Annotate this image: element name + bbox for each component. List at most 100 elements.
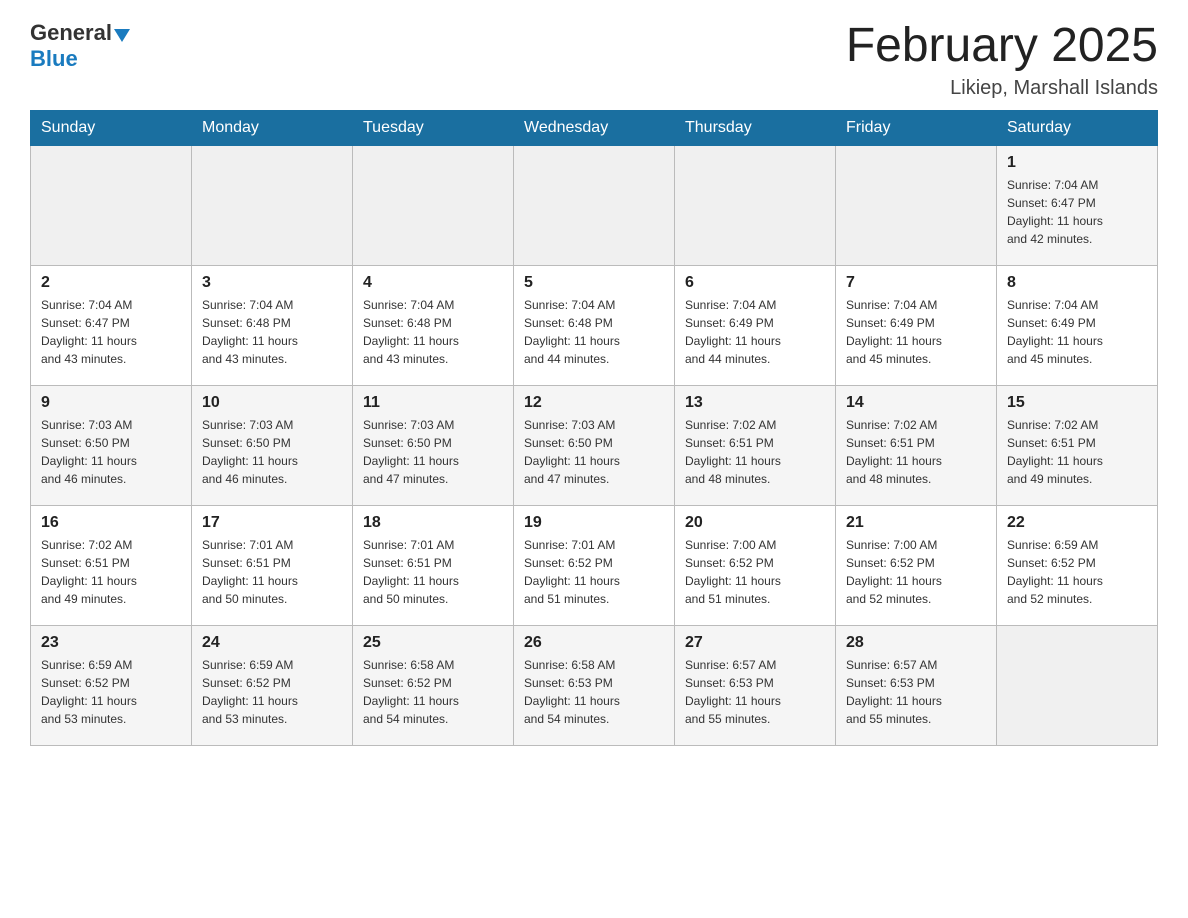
day-of-week-header: Tuesday [353, 110, 514, 145]
day-number: 28 [846, 634, 986, 652]
day-info: Sunrise: 7:01 AM Sunset: 6:51 PM Dayligh… [363, 536, 503, 608]
day-info: Sunrise: 7:02 AM Sunset: 6:51 PM Dayligh… [846, 416, 986, 488]
day-number: 6 [685, 274, 825, 292]
day-info: Sunrise: 7:04 AM Sunset: 6:47 PM Dayligh… [41, 296, 181, 368]
calendar-week-row: 23 Sunrise: 6:59 AM Sunset: 6:52 PM Dayli… [31, 625, 1158, 745]
calendar-cell: 16Sunrise: 7:02 AM Sunset: 6:51 PM Dayli… [31, 505, 192, 625]
day-of-week-header: Thursday [675, 110, 836, 145]
day-number: 10 [202, 394, 342, 412]
day-info: Sunrise: 6:57 AM Sunset: 6:53 PM Dayligh… [685, 656, 825, 728]
location-title: Likiep, Marshall Islands [846, 77, 1158, 100]
calendar-cell [31, 145, 192, 265]
day-info: Sunrise: 7:03 AM Sunset: 6:50 PM Dayligh… [524, 416, 664, 488]
day-of-week-header: Monday [192, 110, 353, 145]
day-info: Sunrise: 7:04 AM Sunset: 6:49 PM Dayligh… [846, 296, 986, 368]
day-number: 17 [202, 514, 342, 532]
calendar-cell: 27 Sunrise: 6:57 AM Sunset: 6:53 PM Dayli… [675, 625, 836, 745]
day-number: 14 [846, 394, 986, 412]
calendar-cell: 25 Sunrise: 6:58 AM Sunset: 6:52 PM Dayli… [353, 625, 514, 745]
calendar-cell: 23 Sunrise: 6:59 AM Sunset: 6:52 PM Dayli… [31, 625, 192, 745]
day-info: Sunrise: 7:04 AM Sunset: 6:48 PM Dayligh… [202, 296, 342, 368]
calendar-cell: 19 Sunrise: 7:01 AM Sunset: 6:52 PM Dayli… [514, 505, 675, 625]
calendar-cell: 6 Sunrise: 7:04 AM Sunset: 6:49 PM Daylig… [675, 265, 836, 385]
day-info: Sunrise: 6:59 AM Sunset: 6:52 PM Dayligh… [202, 656, 342, 728]
day-of-week-header: Sunday [31, 110, 192, 145]
calendar-cell: 17Sunrise: 7:01 AM Sunset: 6:51 PM Dayli… [192, 505, 353, 625]
day-number: 1 [1007, 154, 1147, 172]
calendar-cell: 20 Sunrise: 7:00 AM Sunset: 6:52 PM Dayli… [675, 505, 836, 625]
day-info: Sunrise: 7:04 AM Sunset: 6:47 PM Dayligh… [1007, 176, 1147, 248]
day-number: 21 [846, 514, 986, 532]
day-info: Sunrise: 7:02 AM Sunset: 6:51 PM Dayligh… [685, 416, 825, 488]
calendar-cell: 7 Sunrise: 7:04 AM Sunset: 6:49 PM Daylig… [836, 265, 997, 385]
logo: General Blue [30, 20, 130, 72]
day-info: Sunrise: 6:57 AM Sunset: 6:53 PM Dayligh… [846, 656, 986, 728]
day-info: Sunrise: 6:58 AM Sunset: 6:52 PM Dayligh… [363, 656, 503, 728]
logo-triangle-icon [114, 29, 130, 42]
day-info: Sunrise: 7:04 AM Sunset: 6:49 PM Dayligh… [685, 296, 825, 368]
calendar-cell: 24Sunrise: 6:59 AM Sunset: 6:52 PM Dayli… [192, 625, 353, 745]
calendar-cell: 28 Sunrise: 6:57 AM Sunset: 6:53 PM Dayli… [836, 625, 997, 745]
day-info: Sunrise: 7:04 AM Sunset: 6:49 PM Dayligh… [1007, 296, 1147, 368]
calendar-cell [514, 145, 675, 265]
calendar-cell: 26 Sunrise: 6:58 AM Sunset: 6:53 PM Dayli… [514, 625, 675, 745]
logo-blue-text: Blue [30, 46, 78, 71]
day-info: Sunrise: 7:02 AM Sunset: 6:51 PM Dayligh… [41, 536, 181, 608]
title-block: February 2025 Likiep, Marshall Islands [846, 20, 1158, 100]
day-number: 15 [1007, 394, 1147, 412]
calendar-week-row: 1 Sunrise: 7:04 AM Sunset: 6:47 PM Daylig… [31, 145, 1158, 265]
day-number: 19 [524, 514, 664, 532]
calendar-cell: 5Sunrise: 7:04 AM Sunset: 6:48 PM Daylig… [514, 265, 675, 385]
calendar-cell [192, 145, 353, 265]
day-info: Sunrise: 7:00 AM Sunset: 6:52 PM Dayligh… [685, 536, 825, 608]
day-info: Sunrise: 7:03 AM Sunset: 6:50 PM Dayligh… [363, 416, 503, 488]
calendar-cell [836, 145, 997, 265]
day-number: 5 [524, 274, 664, 292]
calendar-week-row: 9 Sunrise: 7:03 AM Sunset: 6:50 PM Daylig… [31, 385, 1158, 505]
day-number: 11 [363, 394, 503, 412]
calendar-cell: 22Sunrise: 6:59 AM Sunset: 6:52 PM Dayli… [997, 505, 1158, 625]
day-info: Sunrise: 7:01 AM Sunset: 6:52 PM Dayligh… [524, 536, 664, 608]
logo-general-text: General [30, 20, 112, 46]
day-number: 9 [41, 394, 181, 412]
day-number: 22 [1007, 514, 1147, 532]
day-number: 18 [363, 514, 503, 532]
day-number: 27 [685, 634, 825, 652]
calendar-cell: 13 Sunrise: 7:02 AM Sunset: 6:51 PM Dayli… [675, 385, 836, 505]
calendar-cell: 9 Sunrise: 7:03 AM Sunset: 6:50 PM Daylig… [31, 385, 192, 505]
calendar-cell: 4 Sunrise: 7:04 AM Sunset: 6:48 PM Daylig… [353, 265, 514, 385]
day-info: Sunrise: 7:03 AM Sunset: 6:50 PM Dayligh… [41, 416, 181, 488]
calendar-table: SundayMondayTuesdayWednesdayThursdayFrid… [30, 110, 1158, 746]
day-number: 23 [41, 634, 181, 652]
calendar-week-row: 2 Sunrise: 7:04 AM Sunset: 6:47 PM Daylig… [31, 265, 1158, 385]
day-info: Sunrise: 7:03 AM Sunset: 6:50 PM Dayligh… [202, 416, 342, 488]
day-info: Sunrise: 7:04 AM Sunset: 6:48 PM Dayligh… [363, 296, 503, 368]
month-title: February 2025 [846, 20, 1158, 73]
calendar-cell [997, 625, 1158, 745]
day-of-week-header: Saturday [997, 110, 1158, 145]
day-info: Sunrise: 6:59 AM Sunset: 6:52 PM Dayligh… [41, 656, 181, 728]
day-info: Sunrise: 6:58 AM Sunset: 6:53 PM Dayligh… [524, 656, 664, 728]
calendar-cell: 1 Sunrise: 7:04 AM Sunset: 6:47 PM Daylig… [997, 145, 1158, 265]
day-number: 26 [524, 634, 664, 652]
day-info: Sunrise: 7:00 AM Sunset: 6:52 PM Dayligh… [846, 536, 986, 608]
calendar-cell [353, 145, 514, 265]
day-number: 25 [363, 634, 503, 652]
day-number: 7 [846, 274, 986, 292]
calendar-cell: 10 Sunrise: 7:03 AM Sunset: 6:50 PM Dayli… [192, 385, 353, 505]
calendar-cell: 3Sunrise: 7:04 AM Sunset: 6:48 PM Daylig… [192, 265, 353, 385]
calendar-cell: 11 Sunrise: 7:03 AM Sunset: 6:50 PM Dayli… [353, 385, 514, 505]
day-number: 2 [41, 274, 181, 292]
page-header: General Blue February 2025 Likiep, Marsh… [30, 20, 1158, 100]
day-number: 4 [363, 274, 503, 292]
day-number: 13 [685, 394, 825, 412]
day-number: 8 [1007, 274, 1147, 292]
day-number: 12 [524, 394, 664, 412]
calendar-cell: 8 Sunrise: 7:04 AM Sunset: 6:49 PM Daylig… [997, 265, 1158, 385]
calendar-cell: 2 Sunrise: 7:04 AM Sunset: 6:47 PM Daylig… [31, 265, 192, 385]
calendar-cell: 14 Sunrise: 7:02 AM Sunset: 6:51 PM Dayli… [836, 385, 997, 505]
calendar-cell: 18 Sunrise: 7:01 AM Sunset: 6:51 PM Dayli… [353, 505, 514, 625]
calendar-cell [675, 145, 836, 265]
day-number: 20 [685, 514, 825, 532]
day-info: Sunrise: 7:02 AM Sunset: 6:51 PM Dayligh… [1007, 416, 1147, 488]
